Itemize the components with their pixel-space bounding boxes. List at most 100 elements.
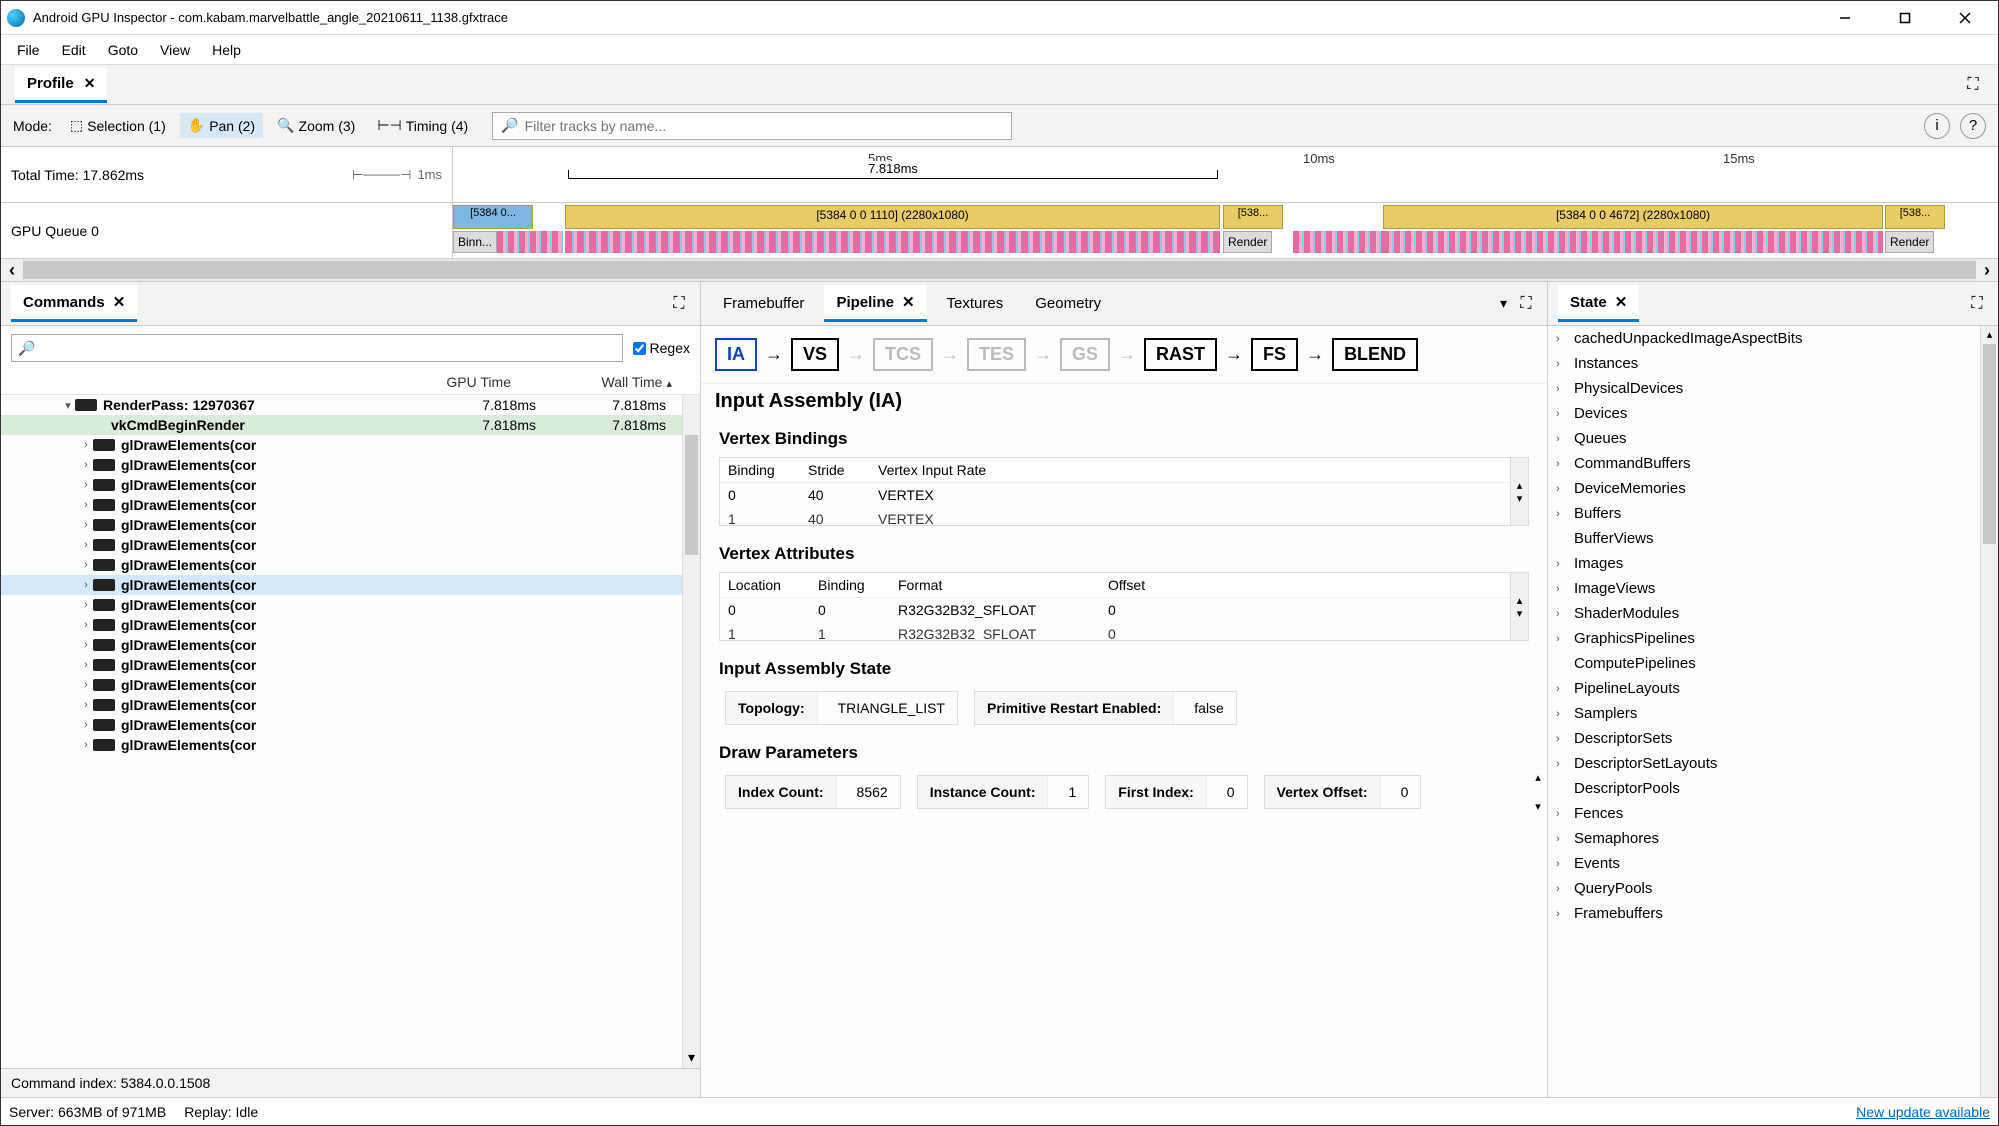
tree-row[interactable]: ›glDrawElements(cor <box>1 535 682 555</box>
state-item[interactable]: ›Framebuffers <box>1548 901 1980 926</box>
state-item[interactable]: BufferViews <box>1548 526 1980 551</box>
tree-row[interactable]: ›glDrawElements(cor <box>1 615 682 635</box>
state-item[interactable]: ›PipelineLayouts <box>1548 676 1980 701</box>
regex-checkbox[interactable]: Regex <box>633 340 690 356</box>
fullscreen-icon[interactable]: ⛶ <box>1515 293 1537 315</box>
tree-toggle-icon[interactable]: › <box>1556 508 1568 520</box>
state-item[interactable]: ›Queues <box>1548 426 1980 451</box>
tree-toggle-icon[interactable]: › <box>1556 458 1568 470</box>
tree-toggle-icon[interactable]: › <box>1556 633 1568 645</box>
menu-goto[interactable]: Goto <box>98 38 148 62</box>
update-link[interactable]: New update available <box>1856 1104 1990 1120</box>
menu-edit[interactable]: Edit <box>52 38 96 62</box>
tree-toggle-icon[interactable]: › <box>79 539 93 551</box>
tree-row[interactable]: ›glDrawElements(cor <box>1 595 682 615</box>
tree-row[interactable]: ›glDrawElements(cor <box>1 715 682 735</box>
tree-toggle-icon[interactable]: › <box>79 619 93 631</box>
tree-toggle-icon[interactable]: › <box>1556 408 1568 420</box>
table-row[interactable]: 1 1 R32G32B32_SFLOAT 0 <box>720 622 1510 640</box>
scroll-left-icon[interactable]: ‹ <box>1 260 23 281</box>
mode-selection[interactable]: ⬚ Selection (1) <box>62 113 174 138</box>
stage-blend[interactable]: BLEND <box>1332 338 1418 371</box>
stage-vs[interactable]: VS <box>791 338 839 371</box>
tab-textures[interactable]: Textures <box>935 287 1016 320</box>
timeline-block[interactable]: [5384 0... <box>453 205 533 229</box>
stage-gs[interactable]: GS <box>1060 338 1110 371</box>
close-button[interactable] <box>1944 7 1986 29</box>
tree-toggle-icon[interactable]: › <box>79 739 93 751</box>
tree-toggle-icon[interactable]: › <box>79 599 93 611</box>
tree-toggle-icon[interactable]: › <box>79 479 93 491</box>
table-row[interactable]: 0 40 VERTEX <box>720 483 1510 507</box>
state-item[interactable]: ›Events <box>1548 851 1980 876</box>
col-wall-time[interactable]: Wall Time▴ <box>511 374 690 390</box>
tree-row[interactable]: ›glDrawElements(cor <box>1 555 682 575</box>
table-row[interactable]: 1 40 VERTEX <box>720 507 1510 525</box>
tree-toggle-icon[interactable]: › <box>1556 883 1568 895</box>
tree-row[interactable]: ›glDrawElements(cor <box>1 475 682 495</box>
tree-row[interactable]: ›glDrawElements(cor <box>1 695 682 715</box>
commands-search[interactable]: 🔎 <box>11 334 623 362</box>
tree-row[interactable]: ›glDrawElements(cor <box>1 675 682 695</box>
tree-row[interactable]: ›glDrawElements(cor <box>1 495 682 515</box>
state-item[interactable]: ›QueryPools <box>1548 876 1980 901</box>
tree-toggle-icon[interactable]: › <box>79 679 93 691</box>
stage-tcs[interactable]: TCS <box>873 338 933 371</box>
tree-row[interactable]: ›glDrawElements(cor <box>1 575 682 595</box>
state-item[interactable]: ›ImageViews <box>1548 576 1980 601</box>
tree-toggle-icon[interactable]: › <box>1556 683 1568 695</box>
commands-tree[interactable]: ▾RenderPass: 129703677.818ms7.818msvkCmd… <box>1 395 682 1068</box>
state-item[interactable]: ›Semaphores <box>1548 826 1980 851</box>
state-tree[interactable]: ›cachedUnpackedImageAspectBits›Instances… <box>1548 326 1980 1097</box>
state-item[interactable]: ›Images <box>1548 551 1980 576</box>
tree-toggle-icon[interactable]: › <box>1556 858 1568 870</box>
tab-pipeline[interactable]: Pipeline ✕ <box>824 285 926 322</box>
menu-view[interactable]: View <box>150 38 200 62</box>
stage-tes[interactable]: TES <box>967 338 1026 371</box>
filter-tracks[interactable]: 🔎 <box>492 112 1012 140</box>
tree-toggle-icon[interactable]: › <box>79 719 93 731</box>
state-item[interactable]: ›Devices <box>1548 401 1980 426</box>
tree-toggle-icon[interactable]: › <box>1556 908 1568 920</box>
help-icon[interactable]: ? <box>1960 113 1986 139</box>
fullscreen-icon[interactable]: ⛶ <box>668 293 690 315</box>
timeline-block[interactable]: [538... <box>1223 205 1283 229</box>
commands-scrollbar[interactable]: ▾ <box>682 395 700 1068</box>
tab-state[interactable]: State ✕ <box>1558 285 1639 322</box>
tree-toggle-icon[interactable]: › <box>1556 583 1568 595</box>
state-item[interactable]: ›Instances <box>1548 351 1980 376</box>
tree-row[interactable]: ›glDrawElements(cor <box>1 655 682 675</box>
tab-profile[interactable]: Profile ✕ <box>15 67 107 103</box>
tree-toggle-icon[interactable]: › <box>79 439 93 451</box>
scroll-right-icon[interactable]: › <box>1976 260 1998 281</box>
stage-ia[interactable]: IA <box>715 338 757 371</box>
tree-row[interactable]: ›glDrawElements(cor <box>1 735 682 755</box>
tab-geometry[interactable]: Geometry <box>1023 287 1113 320</box>
minimize-button[interactable] <box>1824 7 1866 29</box>
tree-row[interactable]: ▾RenderPass: 129703677.818ms7.818ms <box>1 395 682 415</box>
scroll-down-icon[interactable]: ▾ <box>1529 800 1547 813</box>
state-item[interactable]: ›DeviceMemories <box>1548 476 1980 501</box>
state-item[interactable]: ›CommandBuffers <box>1548 451 1980 476</box>
close-icon[interactable]: ✕ <box>113 293 126 311</box>
filter-tracks-input[interactable] <box>525 118 1004 134</box>
tree-toggle-icon[interactable]: › <box>79 659 93 671</box>
tree-toggle-icon[interactable]: › <box>1556 333 1568 345</box>
tree-toggle-icon[interactable]: ▾ <box>61 399 75 412</box>
state-item[interactable]: ›Buffers <box>1548 501 1980 526</box>
fullscreen-icon[interactable]: ⛶ <box>1962 74 1984 96</box>
state-item[interactable]: ›DescriptorSets <box>1548 726 1980 751</box>
timeline-scrollbar[interactable]: ‹ › <box>1 259 1998 281</box>
tree-toggle-icon[interactable]: › <box>1556 833 1568 845</box>
timeline-ruler[interactable]: 5ms 10ms 15ms 7.818ms <box>453 147 1998 202</box>
close-icon[interactable]: ✕ <box>84 75 96 92</box>
mode-zoom[interactable]: 🔍 Zoom (3) <box>269 113 363 138</box>
tab-commands[interactable]: Commands ✕ <box>11 285 137 322</box>
tree-toggle-icon[interactable]: › <box>1556 608 1568 620</box>
state-item[interactable]: ›PhysicalDevices <box>1548 376 1980 401</box>
state-scrollbar[interactable]: ▴ <box>1980 326 1998 1097</box>
stage-fs[interactable]: FS <box>1251 338 1298 371</box>
tree-toggle-icon[interactable]: › <box>1556 708 1568 720</box>
state-item[interactable]: ›GraphicsPipelines <box>1548 626 1980 651</box>
mode-pan[interactable]: ✋ Pan (2) <box>180 113 263 138</box>
